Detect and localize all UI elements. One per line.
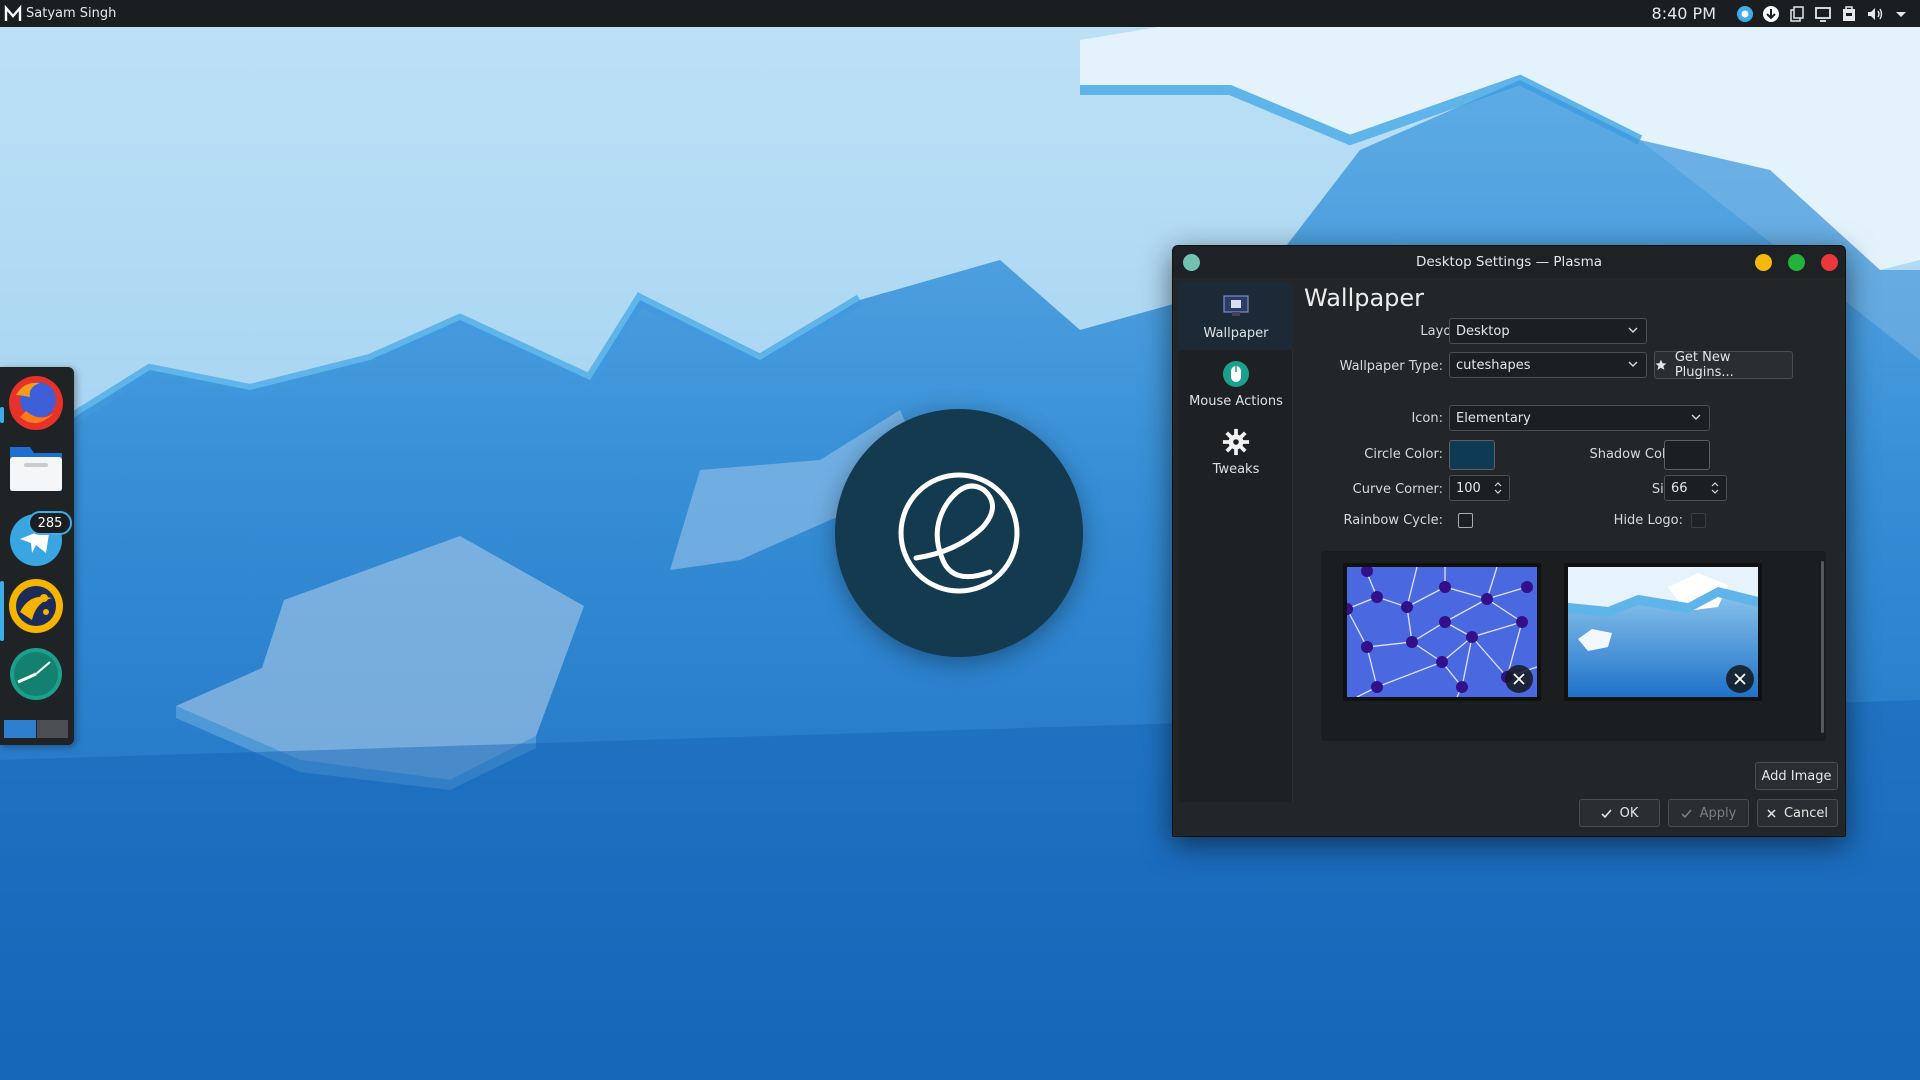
nav-item-wallpaper[interactable]: Wallpaper: [1179, 282, 1293, 350]
rainbow-cycle-label: Rainbow Cycle:: [1343, 513, 1443, 528]
elementary-logo-icon: [898, 472, 1020, 594]
nav-label-wallpaper: Wallpaper: [1203, 325, 1269, 341]
window-titlebar[interactable]: Desktop Settings — Plasma: [1173, 246, 1845, 278]
icon-select[interactable]: Elementary: [1449, 405, 1710, 431]
wallpaper-icon: [1222, 292, 1250, 320]
icon-value: Elementary: [1456, 410, 1531, 426]
nav-label-mouse-actions: Mouse Actions: [1189, 393, 1283, 409]
page-title: Wallpaper: [1304, 284, 1425, 312]
dock-active-indicator: [0, 407, 4, 423]
file-manager-icon[interactable]: [6, 439, 66, 499]
spin-arrows-icon[interactable]: [1710, 479, 1720, 497]
curve-corner-spinbox[interactable]: 100: [1449, 475, 1510, 501]
nav-item-mouse-actions[interactable]: Mouse Actions: [1179, 350, 1293, 418]
virtual-desktop-pager[interactable]: [4, 720, 68, 738]
chevron-down-icon: [1628, 327, 1638, 333]
close-icon: [1734, 673, 1746, 685]
desktop-1[interactable]: [4, 720, 36, 738]
thumbnail-scrollbar[interactable]: [1821, 561, 1824, 733]
wallpaper-type-value: cuteshapes: [1456, 357, 1531, 373]
size-spinbox[interactable]: 66: [1664, 475, 1727, 501]
get-new-plugins-label: Get New Plugins...: [1674, 350, 1734, 380]
elementary-logo: [835, 409, 1083, 657]
icon-label: Icon:: [1411, 411, 1443, 426]
chevron-down-icon: [1628, 361, 1638, 367]
shadow-color-swatch[interactable]: [1664, 440, 1710, 470]
top-panel: Satyam Singh 8:40 PM: [0, 0, 1920, 27]
chevron-down-icon: [1691, 414, 1701, 420]
layout-value: Desktop: [1456, 323, 1510, 339]
dock: 285: [0, 367, 74, 745]
dock-active-indicator-2: [0, 581, 4, 641]
settings-sidebar: Wallpaper Mouse Actions Tweaks: [1179, 282, 1293, 802]
display-icon[interactable]: [1814, 5, 1832, 23]
window-title: Desktop Settings — Plasma: [1415, 254, 1603, 270]
desktop-settings-window: Desktop Settings — Plasma Wallpaper Mous…: [1172, 245, 1846, 837]
telegram-unread-badge: 285: [28, 511, 72, 535]
apply-label: Apply: [1699, 805, 1737, 821]
nav-item-tweaks[interactable]: Tweaks: [1179, 418, 1293, 486]
apply-button[interactable]: Apply: [1668, 799, 1749, 827]
window-menu-button[interactable]: [1183, 254, 1200, 271]
size-value: 66: [1671, 480, 1688, 496]
hide-logo-checkbox[interactable]: [1691, 513, 1706, 528]
wallpaper-thumbnail-network[interactable]: [1343, 563, 1541, 701]
maximize-button[interactable]: [1788, 254, 1805, 271]
clock[interactable]: 8:40 PM: [1652, 4, 1716, 23]
wallpaper-thumbnail-hexagons[interactable]: [1564, 563, 1762, 701]
firefox-icon[interactable]: [6, 373, 66, 433]
curve-corner-label: Curve Corner:: [1352, 482, 1443, 497]
volume-icon[interactable]: [1866, 5, 1884, 23]
wallpaper-thumbnail-grid: [1321, 551, 1826, 741]
network-icon[interactable]: [1736, 5, 1754, 23]
ok-label: OK: [1619, 805, 1639, 821]
clock-app-icon[interactable]: [6, 644, 66, 704]
package-icon[interactable]: [1840, 5, 1858, 23]
wallpaper-type-select[interactable]: cuteshapes: [1449, 352, 1647, 378]
user-name[interactable]: Satyam Singh: [26, 6, 116, 21]
download-icon[interactable]: [1762, 5, 1780, 23]
spin-arrows-icon[interactable]: [1493, 479, 1503, 497]
check-icon: [1601, 808, 1612, 818]
remove-wallpaper-button[interactable]: [1505, 665, 1533, 693]
close-icon: [1767, 808, 1776, 818]
app-menu-icon[interactable]: [4, 4, 22, 23]
minimize-button[interactable]: [1755, 254, 1772, 271]
rainbow-cycle-checkbox[interactable]: [1458, 513, 1473, 528]
circle-color-label: Circle Color:: [1364, 447, 1443, 462]
gear-icon: [1222, 428, 1250, 456]
ok-button[interactable]: OK: [1579, 799, 1660, 827]
hide-logo-label: Hide Logo:: [1613, 513, 1683, 528]
wallpaper-type-label: Wallpaper Type:: [1339, 359, 1443, 374]
desktop-2[interactable]: [35, 720, 68, 738]
check-icon: [1681, 808, 1692, 818]
cancel-button[interactable]: Cancel: [1757, 799, 1838, 827]
circle-color-swatch[interactable]: [1449, 440, 1495, 470]
layout-select[interactable]: Desktop: [1449, 318, 1647, 344]
close-icon: [1513, 673, 1525, 685]
telegram-icon[interactable]: 285: [6, 507, 72, 567]
get-new-plugins-button[interactable]: Get New Plugins...: [1654, 350, 1793, 380]
mouse-icon: [1222, 360, 1250, 388]
clipboard-icon[interactable]: [1788, 5, 1806, 23]
remove-wallpaper-button[interactable]: [1726, 665, 1754, 693]
add-image-button[interactable]: Add Image: [1755, 762, 1838, 790]
menu-arrow-icon[interactable]: [1892, 5, 1910, 23]
cancel-label: Cancel: [1783, 805, 1829, 821]
nav-label-tweaks: Tweaks: [1212, 461, 1260, 477]
curve-corner-value: 100: [1456, 480, 1481, 496]
star-icon: [1655, 359, 1667, 370]
add-image-label: Add Image: [1761, 768, 1832, 784]
lutris-icon[interactable]: [6, 576, 66, 636]
close-button[interactable]: [1821, 254, 1838, 271]
